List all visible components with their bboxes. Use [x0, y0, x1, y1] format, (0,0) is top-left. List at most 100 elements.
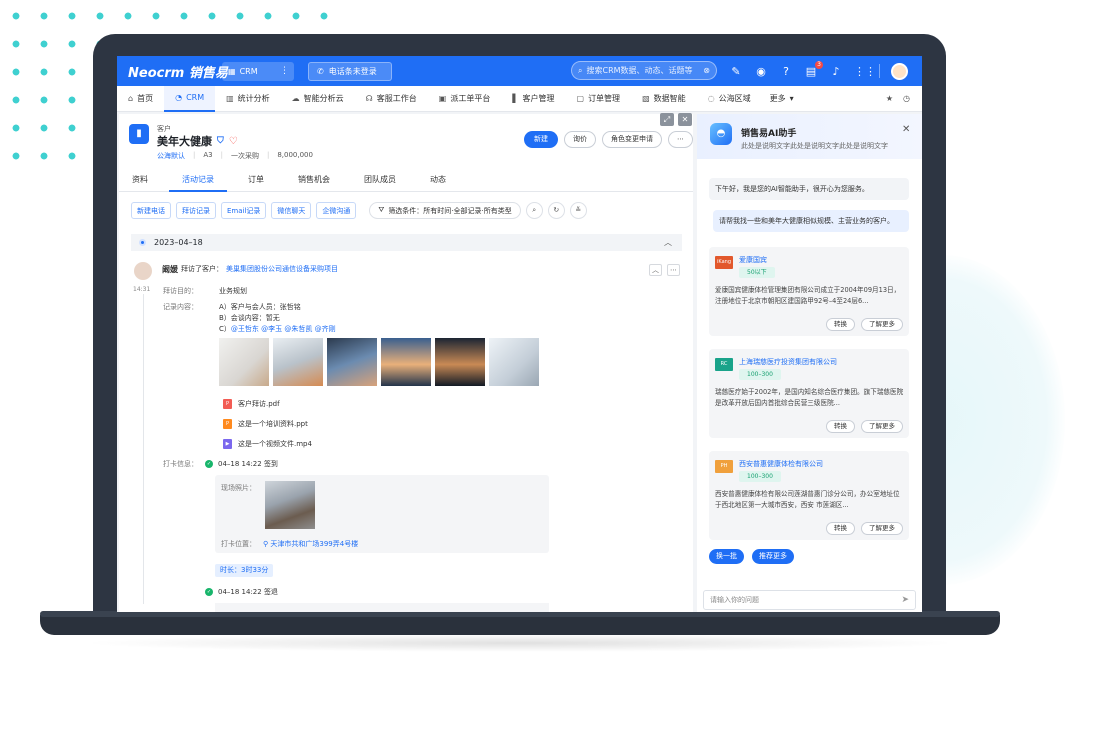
learn-more-button[interactable]: 了解更多: [861, 318, 903, 331]
edit-icon[interactable]: ✎: [729, 65, 743, 78]
crm-screen: Neocrm 销售易 ▦ CRM ⋮ ✆ 电话条未登录 ⌕ 搜索CRM数据、动态…: [117, 56, 922, 612]
collapse-record-button[interactable]: ︿: [649, 264, 662, 276]
customer-name: 美年大健康: [157, 135, 212, 148]
app-logo[interactable]: Neocrm 销售易: [128, 62, 228, 81]
mentions[interactable]: @王哲东 @李玉 @朱哲凯 @齐刚: [231, 325, 336, 333]
tab-opportunities[interactable]: 销售机会: [285, 170, 343, 192]
top-bar: Neocrm 销售易 ▦ CRM ⋮ ✆ 电话条未登录 ⌕ 搜索CRM数据、动态…: [117, 56, 922, 86]
new-button[interactable]: 新建: [524, 131, 558, 148]
ai-icon[interactable]: ◉: [754, 65, 768, 78]
more-actions-button[interactable]: ⋯: [668, 131, 693, 148]
tab-activity[interactable]: 活动记录: [169, 170, 227, 192]
learn-more-button[interactable]: 了解更多: [861, 522, 903, 535]
recommend-more-button[interactable]: 推荐更多: [752, 549, 794, 564]
site-photo[interactable]: [265, 481, 315, 529]
card-actions: 转换 了解更多: [826, 522, 903, 535]
convert-button[interactable]: 转换: [826, 522, 855, 535]
nav-item-home[interactable]: ⌂ 首页: [117, 86, 164, 112]
new-call-button[interactable]: ✆新建电话: [131, 202, 721, 270]
heart-icon[interactable]: ♡: [229, 136, 238, 147]
clear-icon[interactable]: ⊗: [703, 66, 710, 75]
wechat-button[interactable]: ◎微信聊天: [271, 202, 721, 270]
grid-icon: ▦: [228, 66, 236, 76]
owner[interactable]: 公海默认: [157, 151, 185, 161]
convert-button[interactable]: 转换: [826, 420, 855, 433]
order-icon: ▢: [576, 94, 585, 103]
collapse-button[interactable]: ≚: [569, 202, 587, 219]
content-line-c-prefix: C）: [219, 325, 231, 333]
tab-feed[interactable]: 动态: [417, 170, 459, 192]
nav-item-cloud[interactable]: ☁ 智能分析云: [281, 86, 355, 112]
help-icon[interactable]: ?: [779, 65, 793, 78]
nav-item-service[interactable]: ☊ 客服工作台: [355, 86, 428, 112]
ticket-icon: ▣: [438, 94, 447, 103]
customer-name-row: 美年大健康 ⛉ ♡: [157, 133, 238, 149]
tab-orders[interactable]: 订单: [235, 170, 277, 192]
clock-icon[interactable]: ◷: [903, 94, 910, 103]
company-size-tag: 100–300: [739, 369, 781, 380]
apps-grid-icon[interactable]: ⋮⋮: [854, 65, 876, 78]
ai-question-input[interactable]: 请输入你的问题 ➤: [703, 590, 916, 610]
project-link[interactable]: 美巢集团股份公司通信设备采购项目: [226, 264, 338, 275]
tab-team[interactable]: 团队成员: [351, 170, 409, 192]
app-switcher[interactable]: ▦ CRM ⋮: [222, 61, 294, 81]
chevron-up-icon[interactable]: ︿: [664, 237, 672, 248]
nav-item-stats[interactable]: ▥ 统计分析: [215, 86, 281, 112]
filter-button[interactable]: ⛛ 筛选条件：所有时间·全部记录·所有类型: [369, 202, 521, 219]
photo-thumbnail[interactable]: [381, 338, 431, 386]
wecom-button[interactable]: ◍企微沟通: [316, 202, 721, 270]
star-icon[interactable]: ★: [886, 94, 893, 103]
company-name[interactable]: 上海瑞慈医疗投资集团有限公司: [739, 357, 837, 367]
location-label: 打卡位置：: [221, 540, 256, 548]
attachment-video[interactable]: ▶ 这是一个视频文件.mp4: [223, 434, 312, 454]
visit-record-button[interactable]: ⚑拜访记录: [176, 202, 721, 270]
nav-item-customers[interactable]: ▌ 客户管理: [501, 86, 565, 112]
photo-thumbnail[interactable]: [489, 338, 539, 386]
calendar-icon[interactable]: ▤ 3: [804, 60, 823, 78]
company-name[interactable]: 爱康国宾: [739, 255, 767, 265]
expand-icon[interactable]: ⤢: [660, 113, 674, 126]
ai-assistant-panel: ◓ 销售易AI助手 此处是说明文字此处是说明文字此处是说明文字 ✕ 下午好，我是…: [697, 114, 922, 612]
send-icon[interactable]: ➤: [901, 595, 909, 605]
ai-logo-icon: ◓: [710, 123, 732, 145]
global-search[interactable]: ⌕ 搜索CRM数据、动态、话题等 ⊗: [571, 61, 717, 80]
search-button[interactable]: ⌕: [525, 202, 543, 219]
photo-thumbnail[interactable]: [327, 338, 377, 386]
photo-thumbnail[interactable]: [435, 338, 485, 386]
bell-icon[interactable]: ♪: [829, 65, 843, 78]
close-icon[interactable]: ✕: [678, 113, 692, 126]
amount: 8,000,000: [277, 151, 313, 159]
company-card: RC 上海瑞慈医疗投资集团有限公司 100–300 瑞慈医疗始于2002年，是国…: [709, 349, 909, 438]
timeline-date-bar[interactable]: 2023–04–18 ︿: [131, 234, 682, 251]
search-placeholder: 搜索CRM数据、动态、话题等: [586, 66, 693, 75]
nav-item-orders[interactable]: ▢ 订单管理: [566, 86, 632, 112]
photo-thumbnail[interactable]: [219, 338, 269, 386]
switch-batch-button[interactable]: 换一批: [709, 549, 744, 564]
photo-thumbnail[interactable]: [273, 338, 323, 386]
location-link[interactable]: ⚲ 天津市共和广场399弄4号楼: [263, 539, 358, 549]
inquiry-button[interactable]: 询价: [564, 131, 596, 148]
learn-more-button[interactable]: 了解更多: [861, 420, 903, 433]
nav-item-data[interactable]: ▧ 数据智能: [631, 86, 697, 112]
close-icon[interactable]: ✕: [902, 124, 910, 135]
nav-item-crm[interactable]: ◔ CRM: [164, 85, 216, 112]
nav-more[interactable]: 更多 ▾: [762, 86, 802, 112]
phone-status-button[interactable]: ✆ 电话条未登录: [308, 61, 392, 81]
user-avatar[interactable]: [891, 62, 908, 80]
attachment-pdf[interactable]: P 客户拜访.pdf: [223, 394, 312, 414]
action-label: Email记录: [227, 206, 261, 215]
attachment-ppt[interactable]: P 这是一个培训资料.ppt: [223, 414, 312, 434]
record-more-button[interactable]: ⋯: [667, 264, 680, 276]
duration-badge: 时长：3时33分: [215, 564, 274, 577]
nav-item-public-sea[interactable]: ◌ 公海区域: [697, 86, 762, 112]
refresh-button[interactable]: ↻: [547, 202, 565, 219]
action-label: 企微沟通: [322, 206, 351, 215]
email-record-button[interactable]: ✉Email记录: [221, 202, 721, 270]
ai-title: 销售易AI助手: [741, 129, 797, 139]
tab-profile[interactable]: 资料: [119, 170, 161, 192]
nav-item-dispatch[interactable]: ▣ 派工单平台: [428, 86, 502, 112]
nav-bar: ⌂ 首页 ◔ CRM ▥ 统计分析 ☁ 智能分析云 ☊ 客服工作台 ▣ 派工单平台 ▌ 客户管…: [117, 85, 922, 112]
company-name[interactable]: 西安普惠健康体检有限公司: [739, 459, 823, 469]
convert-button[interactable]: 转换: [826, 318, 855, 331]
role-change-button[interactable]: 角色变更申请: [602, 131, 662, 148]
